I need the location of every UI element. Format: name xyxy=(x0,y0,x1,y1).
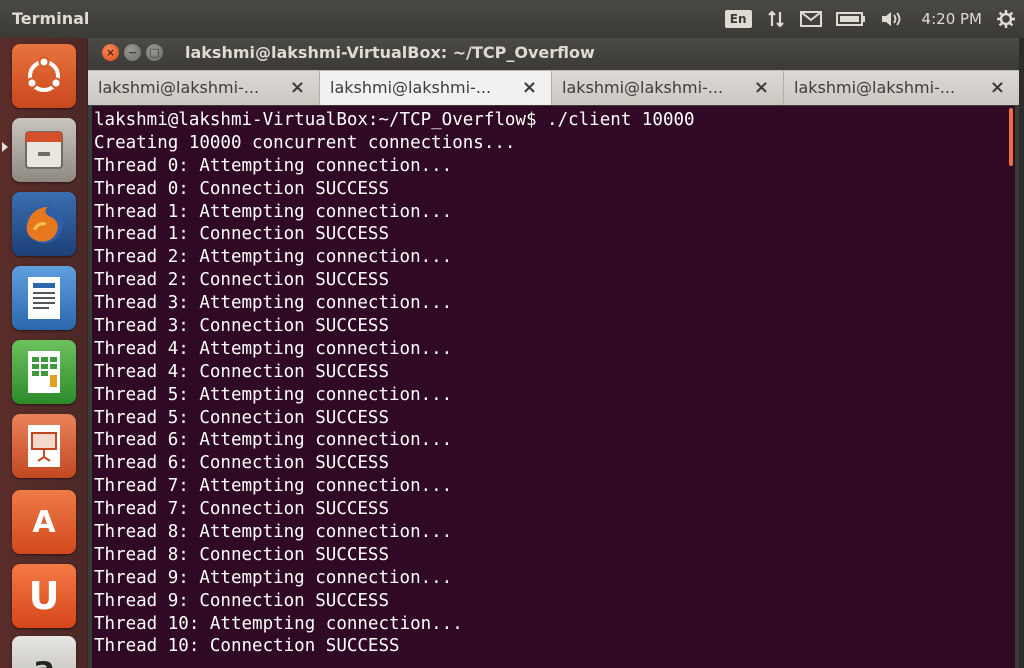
tab-label: lakshmi@lakshmi-... xyxy=(562,78,724,97)
terminal-line: Thread 10: Attempting connection... xyxy=(94,613,463,634)
terminal-line: Thread 0: Attempting connection... xyxy=(94,155,453,176)
tab-1[interactable]: lakshmi@lakshmi-... × xyxy=(88,71,320,105)
terminal-line: Thread 3: Connection SUCCESS xyxy=(94,316,390,337)
active-app-title: Terminal xyxy=(12,9,90,28)
amazon-icon: a xyxy=(33,649,55,668)
gear-icon[interactable] xyxy=(996,8,1016,30)
terminal-output[interactable]: lakshmi@lakshmi-VirtualBox:~/TCP_Overflo… xyxy=(92,106,1015,668)
terminal-prompt-line: lakshmi@lakshmi-VirtualBox:~/TCP_Overflo… xyxy=(94,110,695,130)
terminal-line: Thread 6: Connection SUCCESS xyxy=(94,453,390,474)
presentation-icon xyxy=(21,423,67,469)
top-panel: Terminal En 4:20 PM xyxy=(0,0,1024,38)
launcher: A U a xyxy=(0,38,87,668)
document-icon xyxy=(21,275,67,321)
terminal-line: Thread 3: Attempting connection... xyxy=(94,293,453,314)
terminal-line: Thread 7: Connection SUCCESS xyxy=(94,499,390,520)
launcher-item-ubuntu-one[interactable]: U xyxy=(12,564,76,628)
tab-label: lakshmi@lakshmi-... xyxy=(330,78,492,97)
minimize-window-button[interactable]: − xyxy=(124,44,141,61)
terminal-line: Thread 0: Connection SUCCESS xyxy=(94,178,390,199)
terminal-line: Thread 7: Attempting connection... xyxy=(94,476,453,497)
launcher-item-amazon[interactable]: a xyxy=(12,636,76,668)
tab-label: lakshmi@lakshmi-... xyxy=(794,78,956,97)
launcher-item-calc[interactable] xyxy=(12,340,76,404)
launcher-item-impress[interactable] xyxy=(12,414,76,478)
launcher-item-writer[interactable] xyxy=(12,266,76,330)
terminal-window: × − □ lakshmi@lakshmi-VirtualBox: ~/TCP_… xyxy=(88,38,1019,668)
scrollbar-thumb[interactable] xyxy=(1009,108,1013,166)
terminal-line: Thread 8: Connection SUCCESS xyxy=(94,544,390,565)
close-tab-icon[interactable]: × xyxy=(990,77,1005,98)
terminal-line: Thread 9: Attempting connection... xyxy=(94,567,453,588)
launcher-item-dash-home[interactable] xyxy=(12,44,76,108)
tab-4[interactable]: lakshmi@lakshmi-... × xyxy=(784,71,1019,105)
tab-3[interactable]: lakshmi@lakshmi-... × xyxy=(552,71,784,105)
ubuntu-logo-icon xyxy=(21,53,67,99)
window-controls: × − □ xyxy=(102,44,163,61)
launcher-item-software-center[interactable]: A xyxy=(12,490,76,554)
terminal-line: Thread 4: Connection SUCCESS xyxy=(94,361,390,382)
mail-icon[interactable] xyxy=(799,8,822,30)
indicator-area: En 4:20 PM xyxy=(724,0,1016,38)
terminal-line: Thread 10: Connection SUCCESS xyxy=(94,636,400,657)
tab-2-active[interactable]: lakshmi@lakshmi-... × xyxy=(320,71,552,105)
launcher-item-files[interactable] xyxy=(12,118,76,182)
network-arrows-icon[interactable] xyxy=(766,8,786,30)
maximize-window-button[interactable]: □ xyxy=(146,44,163,61)
terminal-line: Thread 1: Attempting connection... xyxy=(94,201,453,222)
close-window-button[interactable]: × xyxy=(102,44,119,61)
terminal-line: Thread 6: Attempting connection... xyxy=(94,430,453,451)
spreadsheet-icon xyxy=(21,349,67,395)
close-tab-icon[interactable]: × xyxy=(522,77,537,98)
terminal-line: Thread 9: Connection SUCCESS xyxy=(94,590,390,611)
window-title: lakshmi@lakshmi-VirtualBox: ~/TCP_Overfl… xyxy=(185,43,595,62)
terminal-line: Thread 5: Attempting connection... xyxy=(94,384,453,405)
terminal-line: Thread 5: Connection SUCCESS xyxy=(94,407,390,428)
tab-bar: lakshmi@lakshmi-... × lakshmi@lakshmi-..… xyxy=(88,70,1019,105)
window-titlebar[interactable]: × − □ lakshmi@lakshmi-VirtualBox: ~/TCP_… xyxy=(88,38,1019,68)
file-cabinet-icon xyxy=(21,127,67,173)
terminal-lines: lakshmi@lakshmi-VirtualBox:~/TCP_Overflo… xyxy=(94,109,695,658)
close-tab-icon[interactable]: × xyxy=(754,77,769,98)
terminal-line: Thread 4: Attempting connection... xyxy=(94,338,453,359)
shopping-bag-icon: A xyxy=(32,504,56,540)
firefox-icon xyxy=(21,201,67,247)
clock[interactable]: 4:20 PM xyxy=(922,8,982,30)
keyboard-layout-indicator[interactable]: En xyxy=(724,8,752,30)
launcher-item-firefox[interactable] xyxy=(12,192,76,256)
terminal-line: Creating 10000 concurrent connections... xyxy=(94,132,516,153)
running-indicator xyxy=(2,142,8,152)
volume-icon[interactable] xyxy=(880,8,904,30)
terminal-line: Thread 1: Connection SUCCESS xyxy=(94,224,390,245)
terminal-line: Thread 2: Attempting connection... xyxy=(94,247,453,268)
language-badge: En xyxy=(724,10,752,28)
battery-icon[interactable] xyxy=(835,8,866,30)
tab-label: lakshmi@lakshmi-... xyxy=(98,78,260,97)
ubuntu-one-icon: U xyxy=(28,574,60,618)
terminal-line: Thread 8: Attempting connection... xyxy=(94,522,453,543)
terminal-line: Thread 2: Connection SUCCESS xyxy=(94,270,390,291)
terminal-scrollbar[interactable] xyxy=(1005,106,1015,668)
close-tab-icon[interactable]: × xyxy=(290,77,305,98)
